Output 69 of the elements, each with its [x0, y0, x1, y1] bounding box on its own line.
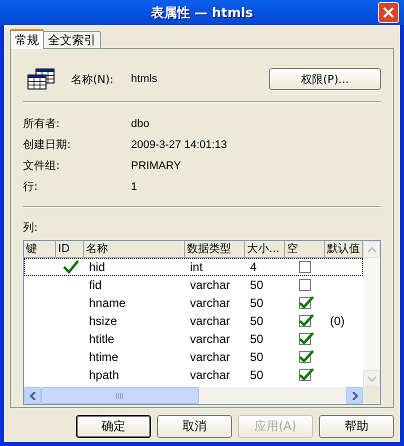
- column-header[interactable]: 大小...: [245, 241, 285, 258]
- table-row[interactable]: hid int 4: [24, 258, 363, 276]
- column-header[interactable]: 数据类型: [185, 241, 245, 258]
- table-row[interactable]: htime varchar 50: [24, 348, 363, 366]
- property-label: 所有者:: [23, 116, 61, 131]
- grip-icon: [116, 392, 124, 398]
- table-cell-text: htime: [88, 350, 120, 364]
- dialog-button[interactable]: 取消: [157, 415, 232, 438]
- scroll-thumb[interactable]: [41, 387, 199, 404]
- table-cell-text: hpath: [88, 368, 120, 382]
- property-label: 文件组:: [23, 158, 61, 173]
- dialog-button[interactable]: 确定: [76, 415, 151, 438]
- property-label: 创建日期:: [23, 137, 72, 152]
- checked-checkbox[interactable]: [298, 314, 314, 328]
- window-title: 表属性 — htmls: [150, 4, 254, 22]
- table-cell-text: 50: [249, 296, 264, 310]
- table-row[interactable]: htitle varchar 50: [24, 330, 363, 348]
- table-cell-text: hname: [88, 296, 127, 310]
- checked-checkbox[interactable]: [298, 296, 314, 310]
- column-header[interactable]: 键: [24, 241, 56, 258]
- checkbox[interactable]: [298, 278, 314, 292]
- column-header[interactable]: 空: [285, 241, 325, 258]
- checked-checkbox[interactable]: [298, 332, 314, 346]
- table-row[interactable]: hpath varchar 50: [24, 366, 363, 384]
- property-value: 1: [131, 180, 138, 192]
- table-cell-text: int: [189, 260, 204, 274]
- table-cell-text: varchar: [189, 278, 232, 292]
- table-row[interactable]: hsize varchar 50 (0): [24, 312, 363, 330]
- scroll-right-button[interactable]: [346, 387, 363, 404]
- property-value: 2009-3-27 14:01:13: [131, 138, 228, 150]
- checkbox[interactable]: [298, 260, 314, 274]
- close-button[interactable]: [378, 2, 399, 23]
- table-cell-text: (0): [329, 314, 346, 328]
- table-cell-text: fid: [88, 278, 103, 292]
- table-cell-text: varchar: [189, 314, 232, 328]
- table-cell-text: 50: [249, 314, 264, 328]
- table-cell-text: hsize: [88, 314, 118, 328]
- horizontal-scrollbar[interactable]: [24, 387, 363, 404]
- table-cell-text: htitle: [88, 332, 116, 346]
- column-header[interactable]: 名称: [84, 241, 185, 258]
- table-cell-text: varchar: [189, 368, 232, 382]
- table-row[interactable]: hname varchar 50: [24, 294, 363, 312]
- table-cell-text: 50: [249, 332, 264, 346]
- property-value: PRIMARY: [131, 160, 181, 172]
- property-value: dbo: [131, 118, 150, 130]
- scrollbar-corner: [363, 387, 380, 404]
- table-icon: [27, 68, 55, 90]
- name-value: htmls: [131, 73, 158, 85]
- permissions-button[interactable]: 权限(P)...: [269, 68, 381, 90]
- checked-checkbox[interactable]: [298, 368, 314, 382]
- table-cell-text: 50: [249, 350, 264, 364]
- table-cell-text: 50: [249, 278, 264, 292]
- close-icon: [383, 7, 394, 18]
- dialog-button[interactable]: 帮助: [319, 415, 394, 438]
- table-cell-text: varchar: [189, 332, 232, 346]
- tab[interactable]: 全文索引: [43, 31, 101, 48]
- name-label: 名称(N):: [71, 72, 115, 86]
- table-cell-text: 4: [249, 260, 258, 274]
- table-row[interactable]: fid varchar 50: [24, 276, 363, 294]
- table-cell-text: hid: [88, 260, 106, 274]
- scroll-left-button[interactable]: [24, 387, 41, 404]
- table-cell-text: varchar: [189, 350, 232, 364]
- checked-checkbox[interactable]: [298, 350, 314, 364]
- column-header[interactable]: ID: [56, 241, 84, 258]
- columns-label: 列:: [23, 220, 39, 235]
- table-cell-text: varchar: [189, 296, 232, 310]
- property-label: 行:: [23, 179, 39, 194]
- tab[interactable]: 常规: [10, 29, 44, 49]
- table-cell-text: 50: [249, 368, 264, 382]
